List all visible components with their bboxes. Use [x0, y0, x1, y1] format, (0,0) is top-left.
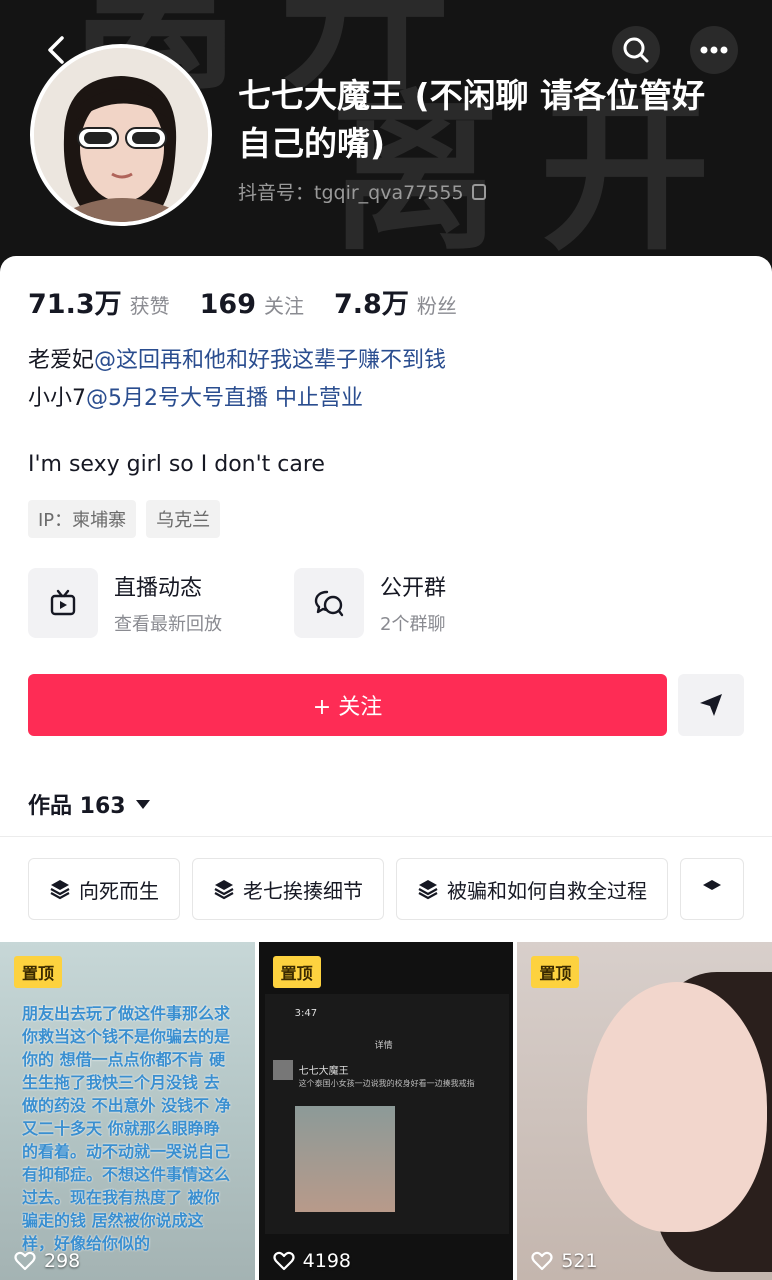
- feature-title: 公开群: [380, 576, 447, 601]
- thumbnail-face: [587, 982, 768, 1232]
- collection-chip[interactable]: 向死而生: [28, 858, 180, 920]
- send-arrow-icon: [700, 694, 722, 716]
- divider: [0, 836, 772, 837]
- stat-number: 7.8万: [334, 289, 409, 320]
- collection-label: 向死而生: [79, 878, 159, 903]
- live-activity-entry[interactable]: 直播动态 查看最新回放: [28, 568, 222, 638]
- heart-icon: [531, 1251, 553, 1271]
- stat-following[interactable]: 169 关注: [200, 289, 304, 320]
- more-button[interactable]: [690, 26, 738, 74]
- douyin-id[interactable]: 抖音号：tgqir_qva77555: [238, 178, 486, 205]
- more-dots-icon: [700, 46, 728, 54]
- video-overlay-text: 朋友出去玩了做这件事那么求你救当这个钱不是你骗去的是你的 想借一点点你都不肯 硬…: [22, 1004, 231, 1253]
- video-likes: 521: [531, 1250, 598, 1272]
- likes-count: 521: [561, 1250, 598, 1272]
- feature-subtitle: 2个群聊: [380, 614, 446, 635]
- video-likes: 4198: [273, 1250, 351, 1272]
- bio-line: 老爱妃@这回再和他和好我这辈子赚不到钱: [28, 342, 446, 380]
- profile-bio: 老爱妃@这回再和他和好我这辈子赚不到钱 小小7@5月2号大号直播 中止营业: [28, 342, 446, 418]
- stat-label: 获赞: [129, 294, 170, 318]
- collection-chip[interactable]: 被骗和如何自救全过程: [396, 858, 668, 920]
- follow-button[interactable]: + 关注: [28, 674, 667, 736]
- likes-count: 4198: [302, 1250, 352, 1272]
- douyin-id-text: 抖音号：tgqir_qva77555: [238, 182, 464, 204]
- collection-label: 被骗和如何自救全过程: [447, 878, 647, 903]
- stat-followers[interactable]: 7.8万 粉丝: [334, 282, 457, 321]
- pinned-badge: 置顶: [14, 956, 63, 988]
- screenshot-time: 3:47: [294, 1008, 318, 1019]
- works-tab[interactable]: 作品 163: [28, 788, 150, 820]
- works-tab-label: 作品 163: [28, 794, 126, 819]
- layers-icon: [418, 880, 438, 900]
- bio-text: 老爱妃: [28, 348, 95, 373]
- bio-line: 小小7@5月2号大号直播 中止营业: [28, 380, 446, 418]
- feature-subtitle: 查看最新回放: [114, 614, 222, 635]
- avatar-image: [34, 48, 208, 222]
- search-button[interactable]: [612, 26, 660, 74]
- stat-label: 关注: [264, 294, 304, 318]
- screenshot-avatar: [272, 1060, 293, 1080]
- layers-icon: [50, 880, 70, 900]
- screenshot-photo: [294, 1106, 395, 1212]
- screenshot-text: 这个泰国小女孩一边说我的校身好看一边揍我戒指: [298, 1079, 475, 1088]
- heart-icon: [14, 1251, 36, 1271]
- bio-mention-link[interactable]: @这回再和他和好我这辈子赚不到钱: [94, 348, 446, 373]
- layers-icon: [214, 880, 234, 900]
- bio-text: 小小7: [28, 386, 86, 411]
- collection-label: 老七挨揍细节: [243, 878, 363, 903]
- heart-icon: [273, 1251, 295, 1271]
- screenshot-name: 七七大魔王: [298, 1066, 349, 1077]
- stat-label: 粉丝: [416, 294, 457, 318]
- feature-title: 直播动态: [114, 576, 203, 601]
- stat-number: 169: [199, 289, 256, 320]
- caret-down-icon: [135, 799, 150, 809]
- video-thumbnail[interactable]: 置顶 3:47 详情 七七大魔王 这个泰国小女孩一边说我的校身好看一边揍我戒指 …: [258, 942, 514, 1280]
- video-thumbnail[interactable]: 置顶 521: [517, 942, 772, 1280]
- profile-stats: 71.3万 获赞 169 关注 7.8万 粉丝: [28, 282, 487, 321]
- public-group-entry[interactable]: 公开群 2个群聊: [294, 568, 446, 638]
- collection-chip[interactable]: [680, 858, 744, 920]
- search-icon: [623, 37, 649, 63]
- layers-icon: [703, 880, 721, 890]
- group-chat-icon: [314, 590, 344, 617]
- video-grid: 置顶 朋友出去玩了做这件事那么求你救当这个钱不是你骗去的是你的 想借一点点你都不…: [0, 942, 772, 1280]
- profile-card: 71.3万 获赞 169 关注 7.8万 粉丝 老爱妃@这回再和他和好我这辈子赚…: [0, 256, 772, 1280]
- stat-likes[interactable]: 71.3万 获赞: [28, 282, 170, 321]
- likes-count: 298: [44, 1250, 81, 1272]
- pinned-badge: 置顶: [531, 956, 580, 988]
- feature-icon-box: [294, 568, 364, 638]
- ip-location-tag: IP：柬埔寨: [28, 500, 137, 538]
- share-button[interactable]: [678, 674, 744, 736]
- location-tag: 乌克兰: [146, 500, 221, 538]
- bio-mention-link[interactable]: @5月2号大号直播 中止营业: [86, 386, 363, 411]
- pinned-badge: 置顶: [272, 956, 321, 988]
- bio-english: I'm sexy girl so I don't care: [28, 452, 325, 477]
- video-likes: 298: [14, 1250, 80, 1272]
- collections-row: 向死而生 老七挨揍细节 被骗和如何自救全过程: [28, 858, 772, 922]
- stat-number: 71.3万: [28, 289, 122, 320]
- screenshot-title: 详情: [374, 1041, 393, 1051]
- avatar[interactable]: [30, 44, 212, 226]
- profile-nickname: 七七大魔王 (不闲聊 请各位管好自己的嘴): [238, 76, 706, 163]
- feature-icon-box: [28, 568, 98, 638]
- collection-chip[interactable]: 老七挨揍细节: [192, 858, 384, 920]
- video-thumbnail[interactable]: 置顶 朋友出去玩了做这件事那么求你救当这个钱不是你骗去的是你的 想借一点点你都不…: [0, 942, 255, 1280]
- copy-icon[interactable]: [471, 183, 486, 200]
- profile-tags: IP：柬埔寨 乌克兰: [28, 500, 221, 538]
- live-tv-icon: [50, 589, 76, 616]
- video-screenshot: 3:47 详情 七七大魔王 这个泰国小女孩一边说我的校身好看一边揍我戒指: [264, 994, 509, 1234]
- profile-header: 离开 离开 七七大魔王 (不闲聊 请各位管好自己的嘴) 抖音号：tgqir_qv…: [0, 0, 772, 290]
